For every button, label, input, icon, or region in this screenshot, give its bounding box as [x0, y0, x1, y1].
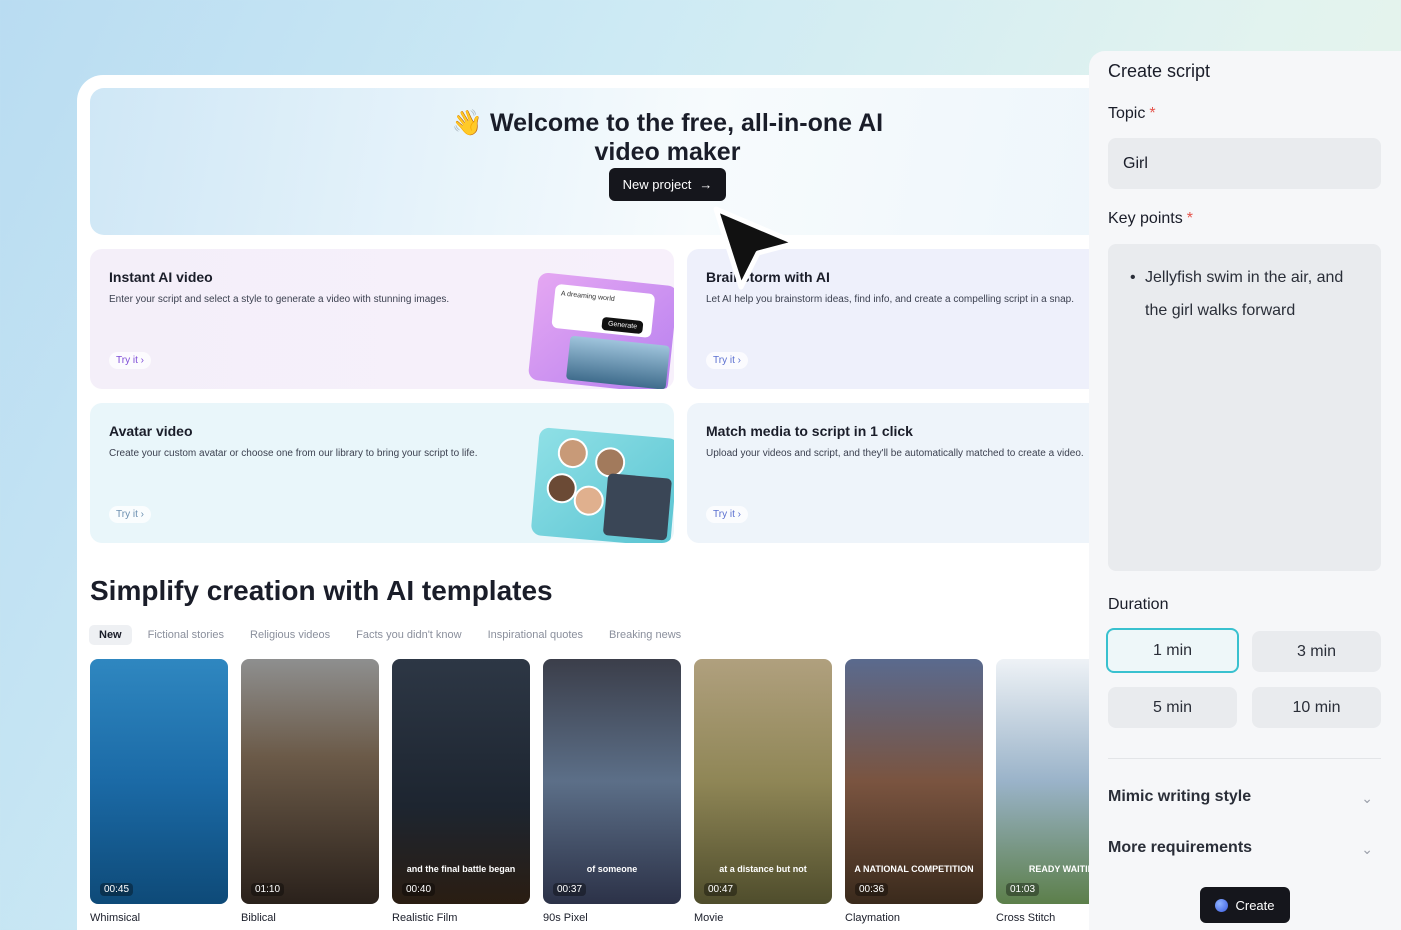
topic-label-text: Topic	[1108, 105, 1146, 122]
template-card[interactable]: and the final battle began 00:40 Realist…	[392, 659, 530, 924]
hero-title-line1: Welcome to the free, all-in-one AI	[489, 109, 884, 137]
tab-fictional-stories[interactable]: Fictional stories	[138, 625, 234, 645]
feature-title: Avatar video	[109, 423, 193, 439]
template-duration: 00:47	[704, 883, 738, 896]
feature-title: Instant AI video	[109, 269, 213, 285]
feature-description: Create your custom avatar or choose one …	[109, 448, 478, 459]
tab-inspirational-quotes[interactable]: Inspirational quotes	[478, 625, 593, 645]
feature-description: Enter your script and select a style to …	[109, 294, 450, 305]
try-it-link[interactable]: Try it ›	[706, 352, 748, 369]
duration-3-min-button[interactable]: 3 min	[1252, 631, 1381, 672]
divider	[1108, 758, 1381, 759]
feature-description: Upload your videos and script, and they'…	[706, 448, 1084, 459]
template-name: 90s Pixel	[543, 912, 588, 924]
create-button[interactable]: Create	[1200, 887, 1290, 923]
illustration-photo	[565, 335, 671, 389]
avatar-illustration	[530, 427, 674, 543]
template-tabs: New Fictional stories Religious videos F…	[89, 625, 691, 645]
template-thumbnail[interactable]: A NATIONAL COMPETITION 00:36	[845, 659, 983, 904]
duration-label: Duration	[1108, 596, 1169, 613]
tab-facts[interactable]: Facts you didn't know	[346, 625, 471, 645]
template-card[interactable]: at a distance but not 00:47 Movie	[694, 659, 832, 924]
tab-religious-videos[interactable]: Religious videos	[240, 625, 340, 645]
template-thumbnail[interactable]: 01:10	[241, 659, 379, 904]
key-points-label: Key points *	[1108, 210, 1193, 228]
template-duration: 01:10	[251, 883, 285, 896]
wave-hand-icon: 👋	[451, 108, 484, 137]
hero-title-line2: video maker	[594, 138, 741, 166]
feature-title: Match media to script in 1 click	[706, 423, 913, 439]
template-thumbnail[interactable]: and the final battle began 00:40	[392, 659, 530, 904]
tab-new[interactable]: New	[89, 625, 132, 645]
avatar-face	[572, 484, 605, 517]
chevron-down-icon: ⌄	[1361, 790, 1373, 806]
duration-1-min-button[interactable]: 1 min	[1106, 628, 1239, 673]
template-thumbnail[interactable]: of someone 00:37	[543, 659, 681, 904]
key-points-label-text: Key points	[1108, 210, 1183, 227]
template-duration: 00:37	[553, 883, 587, 896]
template-caption: of someone	[586, 864, 638, 874]
tab-breaking-news[interactable]: Breaking news	[599, 625, 691, 645]
template-name: Claymation	[845, 912, 901, 924]
template-card[interactable]: 00:45 Whimsical	[90, 659, 228, 924]
avatar-face	[556, 436, 590, 470]
feature-card-avatar-video[interactable]: Avatar video Create your custom avatar o…	[90, 403, 674, 543]
template-duration: 00:45	[100, 883, 134, 896]
main-card: 👋 Welcome to the free, all-in-one AI vid…	[77, 75, 1117, 930]
create-script-panel: Create script Topic* Key points* Jellyfi…	[1089, 51, 1401, 930]
key-point-item: Jellyfish swim in the air, and the girl …	[1130, 261, 1366, 327]
template-caption: A NATIONAL COMPETITION	[854, 864, 974, 874]
arrow-right-icon: →	[699, 177, 713, 192]
template-name: Biblical	[241, 912, 276, 924]
template-name: Movie	[694, 912, 724, 924]
ai-orb-icon	[1215, 898, 1229, 912]
template-duration: 00:40	[402, 883, 436, 896]
mimic-label: Mimic writing style	[1108, 788, 1252, 805]
more-requirements-toggle[interactable]: More requirements ⌄	[1108, 839, 1381, 857]
instant-video-illustration: A dreaming world Generate	[527, 271, 674, 389]
try-it-link[interactable]: Try it ›	[109, 352, 151, 369]
avatar-video-panel	[602, 473, 672, 541]
topic-input[interactable]	[1108, 138, 1381, 189]
key-points-textarea[interactable]: Jellyfish swim in the air, and the girl …	[1108, 244, 1381, 571]
mimic-writing-style-toggle[interactable]: Mimic writing style ⌄	[1108, 788, 1381, 806]
required-mark: *	[1186, 210, 1193, 227]
templates-section-title: Simplify creation with AI templates	[90, 575, 553, 606]
template-name: Realistic Film	[392, 912, 458, 924]
topic-label: Topic *	[1108, 105, 1156, 123]
template-grid: 00:45 Whimsical 01:10 Biblical and the f…	[90, 659, 1117, 929]
template-caption: at a distance but not	[719, 864, 807, 874]
template-thumbnail[interactable]: 00:45	[90, 659, 228, 904]
new-project-button[interactable]: New project →	[609, 168, 726, 201]
template-duration: 01:03	[1006, 883, 1040, 896]
new-project-label: New project	[622, 177, 692, 192]
template-card[interactable]: A NATIONAL COMPETITION 00:36 Claymation	[845, 659, 983, 924]
duration-10-min-button[interactable]: 10 min	[1252, 687, 1381, 728]
required-mark: *	[1149, 105, 1156, 122]
template-thumbnail[interactable]: at a distance but not 00:47	[694, 659, 832, 904]
feature-card-match-media[interactable]: Match media to script in 1 click Upload …	[687, 403, 1117, 543]
template-card[interactable]: 01:10 Biblical	[241, 659, 379, 924]
panel-title: Create script	[1108, 61, 1211, 81]
feature-card-instant-ai-video[interactable]: Instant AI video Enter your script and s…	[90, 249, 674, 389]
template-name: Whimsical	[90, 912, 141, 924]
template-duration: 00:36	[855, 883, 889, 896]
more-requirements-label: More requirements	[1108, 839, 1253, 856]
create-label: Create	[1235, 897, 1275, 913]
mouse-cursor-icon	[713, 206, 799, 290]
try-it-link[interactable]: Try it ›	[109, 506, 151, 523]
hero-title: 👋 Welcome to the free, all-in-one AI vid…	[77, 108, 1117, 167]
template-card[interactable]: of someone 00:37 90s Pixel	[543, 659, 681, 924]
template-caption: and the final battle began	[406, 864, 516, 874]
duration-5-min-button[interactable]: 5 min	[1108, 687, 1237, 728]
feature-description: Let AI help you brainstorm ideas, find i…	[706, 294, 1074, 305]
try-it-link[interactable]: Try it ›	[706, 506, 748, 523]
chevron-down-icon: ⌄	[1361, 841, 1373, 857]
